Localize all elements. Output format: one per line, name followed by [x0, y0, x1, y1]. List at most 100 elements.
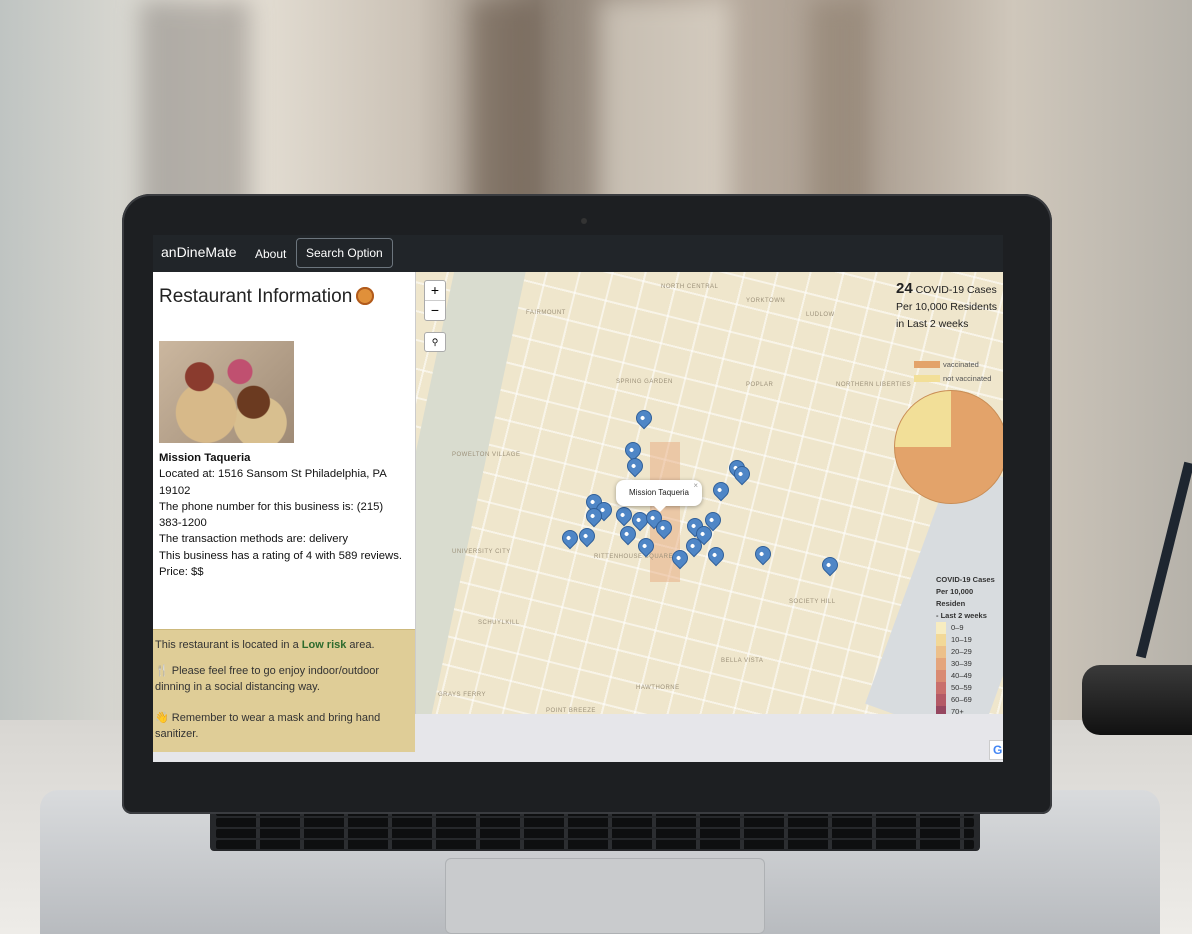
scale-row: 0–9 [936, 622, 1003, 634]
restaurant-marker-icon[interactable] [623, 454, 647, 478]
scale-title3: - Last 2 weeks [936, 611, 987, 620]
restaurant-marker-icon[interactable] [632, 406, 656, 430]
zoom-out-button[interactable]: − [425, 300, 445, 320]
restaurant-marker-icon[interactable] [818, 553, 842, 577]
panel-title: Restaurant Information [159, 286, 375, 308]
risk-statement: This restaurant is located in a Low risk… [155, 637, 405, 653]
address-line1: Located at: 1516 Sansom St Philadelphia,… [159, 468, 387, 481]
restaurant-photo [159, 341, 294, 443]
address-line2: 19102 [159, 484, 191, 497]
scale-swatch [936, 634, 946, 646]
covid-stat-value: 24 [896, 280, 913, 297]
scale-bin-label: 10–19 [951, 635, 972, 644]
scale-row: 40–49 [936, 670, 1003, 682]
legend-vaccinated-label: vaccinated [943, 360, 979, 369]
risk-box: This restaurant is located in a Low risk… [153, 629, 415, 752]
map-label: NORTHERN LIBERTIES [836, 382, 912, 388]
vaccination-pie-chart [894, 390, 1003, 504]
map-label: SCHUYLKILL [478, 620, 520, 626]
price-text: Price: $$ [159, 566, 204, 579]
map-label: HAWTHORNE [636, 685, 680, 691]
scale-bin-label: 60–69 [951, 695, 972, 704]
transaction-methods: The transaction methods are: delivery [159, 533, 349, 546]
marker-popup: Mission Taqueria × [616, 480, 702, 512]
lamp-pole [1135, 461, 1192, 659]
map-label: UNIVERSITY CITY [452, 549, 511, 555]
not-vaccinated-swatch [914, 375, 940, 382]
scale-swatch [936, 694, 946, 706]
restaurant-marker-icon[interactable] [575, 524, 599, 548]
restaurant-marker-icon[interactable] [709, 478, 733, 502]
scale-swatch [936, 682, 946, 694]
tip1-line1: Please feel free to go enjoy indoor/outd… [171, 665, 380, 677]
brand-logo[interactable]: anDineMate [161, 244, 237, 260]
scale-swatch [936, 658, 946, 670]
lion-emoji-icon [356, 287, 375, 305]
map-label: LUDLOW [806, 312, 835, 318]
navbar: anDineMate About Search Option [153, 235, 1003, 272]
scale-bin-label: 20–29 [951, 647, 972, 656]
lamp-base [1082, 665, 1192, 735]
map-label: NORTH CENTRAL [661, 284, 719, 290]
risk-suffix: area. [346, 639, 375, 651]
restaurant-info-panel: Restaurant Information Mission Taqueria … [153, 272, 416, 752]
tip2-line1: Remember to wear a mask and bring hand [171, 712, 381, 724]
map-label: SOCIETY HILL [789, 599, 836, 605]
scale-bin-label: 30–39 [951, 659, 972, 668]
map-label: POWELTON VILLAGE [452, 452, 521, 458]
popup-close-icon[interactable]: × [693, 473, 698, 499]
restaurant-marker-icon[interactable] [704, 543, 728, 567]
search-option-button[interactable]: Search Option [296, 238, 393, 268]
restaurant-name: Mission Taqueria [159, 452, 251, 464]
browser-screen: anDineMate About Search Option Restauran… [153, 235, 1003, 762]
scale-bin-label: 70+ [951, 707, 964, 714]
restaurant-marker-icon[interactable] [751, 542, 775, 566]
utensils-icon: 🍴 [155, 665, 172, 677]
phone-line1: The phone number for this business is: (… [159, 500, 384, 513]
map-label: POPLAR [746, 382, 774, 388]
scale-row: 20–29 [936, 646, 1003, 658]
map-label: BELLA VISTA [721, 658, 764, 664]
scale-bin-label: 0–9 [951, 623, 964, 632]
scale-swatch [936, 646, 946, 658]
tip2-line2: sanitizer. [155, 728, 199, 740]
map-label: SPRING GARDEN [616, 379, 673, 385]
scale-row: 60–69 [936, 694, 1003, 706]
scale-swatch [936, 622, 946, 634]
google-icon: G [989, 740, 1003, 760]
covid-stat-line2: Per 10,000 Residents [896, 301, 997, 313]
map-label: FAIRMOUNT [526, 310, 566, 316]
camera-icon [581, 218, 587, 224]
panel-title-text: Restaurant Information [159, 286, 353, 307]
scale-row: 30–39 [936, 658, 1003, 670]
scale-title2: Per 10,000 Residen [936, 587, 974, 608]
rating-text: This business has a rating of 4 with 589… [159, 549, 403, 562]
map[interactable]: NORTH CENTRAL YORKTOWN FAIRMOUNT LUDLOW … [416, 272, 1003, 714]
risk-prefix: This restaurant is located in a [155, 639, 302, 651]
zoom-in-button[interactable]: + [425, 281, 445, 300]
map-label: YORKTOWN [746, 298, 786, 304]
map-label: RITTENHOUSE SQUARE [594, 554, 674, 560]
trackpad [445, 858, 765, 934]
covid-scale-legend: COVID-19 Cases Per 10,000 Residen - Last… [936, 574, 1003, 714]
popup-restaurant-name: Mission Taqueria [629, 488, 689, 497]
phone-line2: 383-1200 [159, 517, 207, 530]
legend-not-vaccinated-label: not vaccinated [943, 374, 992, 383]
legend-row-vaccinated: vaccinated [914, 358, 991, 372]
locate-icon[interactable]: ⚲ [424, 332, 446, 352]
scale-swatch [936, 706, 946, 714]
hand-icon: 👋 [155, 712, 172, 724]
legend-row-not-vaccinated: not vaccinated [914, 372, 991, 386]
scale-rows: 0–9 10–19 20–29 30–39 40–49 50–59 60–69 70+ [936, 622, 1003, 714]
tip1-line2: dinning in a social distancing way. [155, 681, 320, 693]
vaccination-legend: vaccinated not vaccinated [914, 358, 991, 386]
scale-row: 50–59 [936, 682, 1003, 694]
tip-mask: 👋 Remember to wear a mask and bring hand… [155, 710, 405, 742]
restaurant-details: Mission Taqueria Located at: 1516 Sansom… [159, 450, 409, 580]
nav-about-link[interactable]: About [255, 247, 286, 261]
covid-stat-line1: COVID-19 Cases [915, 284, 997, 296]
tip-dine: 🍴 Please feel free to go enjoy indoor/ou… [155, 663, 405, 695]
scale-bin-label: 40–49 [951, 671, 972, 680]
scale-title1: COVID-19 Cases [936, 575, 995, 584]
risk-level: Low risk [301, 639, 347, 651]
